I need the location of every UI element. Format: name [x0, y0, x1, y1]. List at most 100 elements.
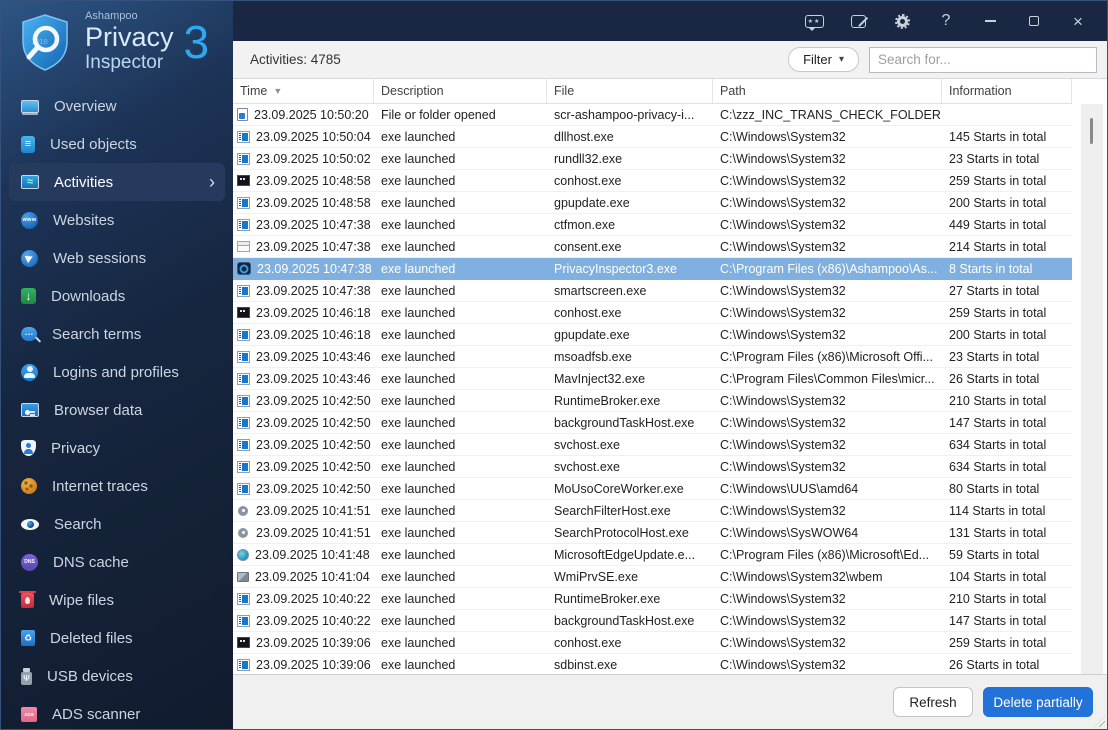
sidebar-item-downloads[interactable]: Downloads › [9, 277, 225, 315]
table-row[interactable]: 23.09.2025 10:40:22 exe launched backgro… [233, 610, 1072, 632]
table-row[interactable]: 23.09.2025 10:48:58 exe launched conhost… [233, 170, 1072, 192]
brand-name: Ashampoo [85, 10, 138, 22]
search-gear-icon [237, 527, 250, 539]
table-body: 23.09.2025 10:50:20 File or folder opene… [233, 104, 1072, 676]
doc-icon [21, 135, 35, 153]
table-row[interactable]: 23.09.2025 10:42:50 exe launched svchost… [233, 434, 1072, 456]
sidebar-item-web-sessions[interactable]: Web sessions › [9, 239, 225, 277]
exe-window-icon [237, 438, 250, 451]
minimize-button[interactable] [975, 8, 1005, 34]
help-icon[interactable]: ? [931, 8, 961, 34]
table-row[interactable]: 23.09.2025 10:43:46 exe launched MavInje… [233, 368, 1072, 390]
table-row[interactable]: 23.09.2025 10:47:38 exe launched consent… [233, 236, 1072, 258]
table-row[interactable]: 23.09.2025 10:42:50 exe launched Runtime… [233, 390, 1072, 412]
sidebar-item-used-objects[interactable]: Used objects › [9, 125, 225, 163]
table-row[interactable]: 23.09.2025 10:41:51 exe launched SearchP… [233, 522, 1072, 544]
sidebar: 1010 Ashampoo Privacy Inspector 3 Overvi… [1, 1, 233, 729]
table-row[interactable]: 23.09.2025 10:43:46 exe launched msoadfs… [233, 346, 1072, 368]
sidebar-nav: Overview › Used objects › Activities › w… [1, 87, 233, 729]
recycle-icon [21, 630, 35, 646]
scrollbar-thumb[interactable] [1090, 118, 1093, 144]
chevron-right-icon: › [209, 171, 215, 192]
table-row[interactable]: 23.09.2025 10:48:58 exe launched gpupdat… [233, 192, 1072, 214]
feedback-icon[interactable]: ★★ [799, 8, 829, 34]
table-row[interactable]: 23.09.2025 10:42:50 exe launched backgro… [233, 412, 1072, 434]
sidebar-item-search[interactable]: Search › [9, 505, 225, 543]
sidebar-item-websites[interactable]: www Websites › [9, 201, 225, 239]
downloads-icon [21, 288, 36, 304]
column-header-description[interactable]: Description [374, 79, 547, 103]
caret-down-icon: ▾ [838, 54, 844, 65]
sidebar-item-internet-traces[interactable]: Internet traces › [9, 467, 225, 505]
exe-window-icon [237, 284, 250, 297]
table-row[interactable]: 23.09.2025 10:39:06 exe launched sdbinst… [233, 654, 1072, 676]
sidebar-item-activities[interactable]: Activities › [9, 163, 225, 201]
column-header-path[interactable]: Path [713, 79, 942, 103]
wmi-audio-icon [237, 571, 249, 582]
table-row[interactable]: 23.09.2025 10:50:20 File or folder opene… [233, 104, 1072, 126]
sidebar-item-privacy[interactable]: Privacy › [9, 429, 225, 467]
console-window-icon [237, 637, 250, 648]
table-row[interactable]: 23.09.2025 10:47:38 exe launched smartsc… [233, 280, 1072, 302]
sidebar-item-logins-and-profiles[interactable]: Logins and profiles › [9, 353, 225, 391]
refresh-button[interactable]: Refresh [893, 687, 973, 717]
table-row[interactable]: 23.09.2025 10:42:50 exe launched svchost… [233, 456, 1072, 478]
sidebar-item-dns-cache[interactable]: DNS DNS cache › [9, 543, 225, 581]
table-row[interactable]: 23.09.2025 10:39:06 exe launched conhost… [233, 632, 1072, 654]
delete-partially-button[interactable]: Delete partially [983, 687, 1093, 717]
table-row[interactable]: 23.09.2025 10:46:18 exe launched conhost… [233, 302, 1072, 324]
table-row[interactable]: 23.09.2025 10:41:04 exe launched WmiPrvS… [233, 566, 1072, 588]
dns-icon: DNS [21, 553, 38, 571]
table-row[interactable]: 23.09.2025 10:47:38 exe launched Privacy… [233, 258, 1072, 280]
column-header-time[interactable]: Time ▼ [233, 79, 374, 103]
exe-window-icon [237, 416, 250, 429]
search-gear-icon [237, 505, 250, 517]
column-header-information[interactable]: Information [942, 79, 1072, 103]
close-button[interactable]: × [1063, 8, 1093, 34]
table-row[interactable]: 23.09.2025 10:42:50 exe launched MoUsoCo… [233, 478, 1072, 500]
sidebar-item-search-terms[interactable]: Search terms › [9, 315, 225, 353]
wipe-icon [19, 590, 36, 608]
sidebar-item-ads-scanner[interactable]: ADS ADS scanner › [9, 695, 225, 729]
vertical-scrollbar[interactable] [1081, 104, 1103, 674]
table-row[interactable]: 23.09.2025 10:40:22 exe launched Runtime… [233, 588, 1072, 610]
sidebar-item-usb-devices[interactable]: USB devices › [9, 657, 225, 695]
settings-gear-icon[interactable] [887, 8, 917, 34]
sidebar-item-browser-data[interactable]: Browser data › [9, 391, 225, 429]
usb-icon [21, 667, 32, 685]
exe-window-icon [237, 152, 250, 165]
console-window-icon [237, 307, 250, 318]
column-header-file[interactable]: File [547, 79, 713, 103]
search-input[interactable] [869, 46, 1097, 73]
console-window-icon [237, 175, 250, 186]
filter-button[interactable]: Filter ▾ [788, 47, 859, 72]
exe-window-icon [237, 658, 250, 671]
activities-icon [21, 175, 39, 189]
exe-window-icon [237, 482, 250, 495]
table-row[interactable]: 23.09.2025 10:41:48 exe launched Microso… [233, 544, 1072, 566]
search-terms-icon [21, 327, 37, 341]
logins-icon [21, 363, 38, 381]
edge-globe-icon [237, 548, 249, 561]
table-row[interactable]: 23.09.2025 10:41:51 exe launched SearchF… [233, 500, 1072, 522]
notes-icon[interactable] [843, 8, 873, 34]
sidebar-item-deleted-files[interactable]: Deleted files › [9, 619, 225, 657]
shield-icon [21, 440, 36, 456]
privacy-inspector-app-icon [237, 262, 251, 275]
activities-count: Activities: 4785 [250, 52, 341, 67]
maximize-button[interactable] [1019, 8, 1049, 34]
sidebar-item-wipe-files[interactable]: Wipe files › [9, 581, 225, 619]
sidebar-item-overview[interactable]: Overview › [9, 87, 225, 125]
plain-window-icon [237, 241, 250, 252]
table-header: Time ▼ Description File Path Information [233, 79, 1072, 104]
ads-icon: ADS [21, 706, 37, 722]
exe-window-icon [237, 328, 250, 341]
filter-label: Filter [803, 52, 832, 67]
laptop-icon [21, 99, 39, 113]
exe-window-icon [237, 592, 250, 605]
table-row[interactable]: 23.09.2025 10:46:18 exe launched gpupdat… [233, 324, 1072, 346]
table-row[interactable]: 23.09.2025 10:50:02 exe launched rundll3… [233, 148, 1072, 170]
eye-icon [21, 518, 39, 530]
table-row[interactable]: 23.09.2025 10:47:38 exe launched ctfmon.… [233, 214, 1072, 236]
table-row[interactable]: 23.09.2025 10:50:04 exe launched dllhost… [233, 126, 1072, 148]
